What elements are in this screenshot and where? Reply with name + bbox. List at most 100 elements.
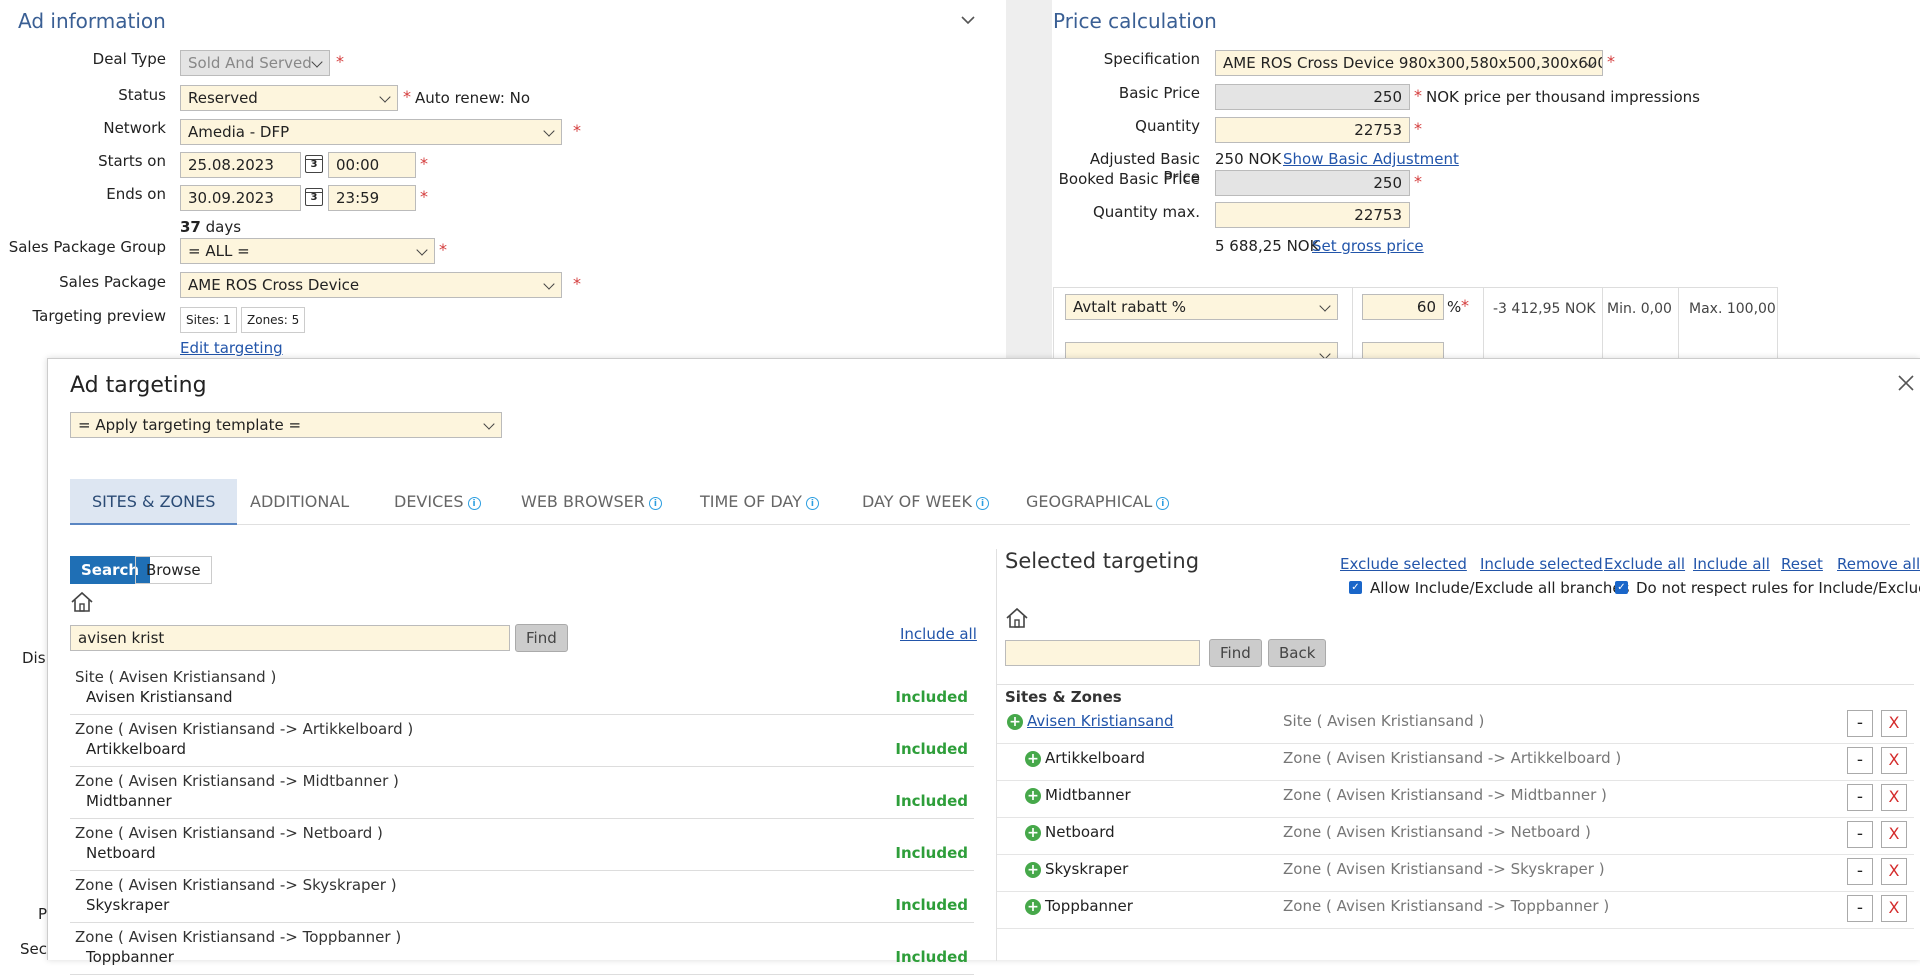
targeting-name: Toppbanner bbox=[1045, 897, 1133, 915]
sales-package-select[interactable]: AME ROS Cross Device bbox=[180, 272, 562, 298]
sales-package-group-select[interactable]: = ALL = bbox=[180, 238, 435, 264]
include-plus-icon[interactable]: + bbox=[1025, 825, 1041, 841]
remove-button[interactable]: X bbox=[1881, 710, 1907, 737]
selected-targeting-row: + Netboard Zone ( Avisen Kristiansand -> N… bbox=[997, 818, 1914, 855]
remove-button[interactable]: X bbox=[1881, 821, 1907, 848]
status-select[interactable]: Reserved bbox=[180, 85, 398, 111]
network-select[interactable]: Amedia - DFP bbox=[180, 119, 562, 145]
info-icon[interactable]: i bbox=[1156, 497, 1170, 510]
search-result-row[interactable]: Zone ( Avisen Kristiansand -> Skyskraper… bbox=[70, 871, 974, 923]
info-icon[interactable]: i bbox=[805, 497, 819, 510]
find-button[interactable]: Find bbox=[515, 624, 568, 652]
edit-targeting-link[interactable]: Edit targeting bbox=[180, 339, 283, 357]
include-plus-icon[interactable]: + bbox=[1025, 862, 1041, 878]
exclude-button[interactable]: - bbox=[1847, 784, 1873, 811]
exclude-button[interactable]: - bbox=[1847, 747, 1873, 774]
required-marker: * bbox=[439, 240, 447, 259]
selected-search-input[interactable] bbox=[1005, 640, 1200, 666]
remove-button[interactable]: X bbox=[1881, 747, 1907, 774]
zones-count-chip: Zones: 5 bbox=[241, 307, 306, 333]
include-all-link[interactable]: Include all bbox=[900, 625, 977, 643]
close-icon[interactable] bbox=[1896, 373, 1916, 393]
include-plus-icon[interactable]: + bbox=[1025, 899, 1041, 915]
tab-day-of-week[interactable]: DAY OF WEEK i bbox=[840, 479, 1011, 525]
targeting-description: Zone ( Avisen Kristiansand -> Netboard ) bbox=[1283, 823, 1591, 841]
start-date-input[interactable]: 25.08.2023 bbox=[180, 152, 301, 178]
exclude-button[interactable]: - bbox=[1847, 895, 1873, 922]
discount-type-select[interactable]: Avtalt rabatt % bbox=[1065, 294, 1338, 320]
remove-button[interactable]: X bbox=[1881, 784, 1907, 811]
discount-value-input[interactable]: 60 bbox=[1362, 294, 1444, 320]
targeting-template-select[interactable]: = Apply targeting template = bbox=[70, 412, 502, 438]
remove-button[interactable]: X bbox=[1881, 858, 1907, 885]
include-plus-icon[interactable]: + bbox=[1025, 788, 1041, 804]
collapse-chevron-icon[interactable] bbox=[960, 14, 976, 26]
exclude-button[interactable]: - bbox=[1847, 858, 1873, 885]
exclude-button[interactable]: - bbox=[1847, 710, 1873, 737]
search-result-row[interactable]: Site ( Avisen Kristiansand ) Avisen Krist… bbox=[70, 663, 974, 715]
exclude-all-link[interactable]: Exclude all bbox=[1604, 555, 1685, 573]
calendar-icon[interactable]: 3 bbox=[305, 155, 323, 173]
required-marker: * bbox=[403, 87, 411, 106]
ignore-rules-checkbox[interactable]: ✓ bbox=[1615, 581, 1628, 594]
result-type: Zone ( Avisen Kristiansand -> Netboard ) bbox=[75, 824, 383, 842]
back-button[interactable]: Back bbox=[1268, 639, 1327, 667]
include-selected-link[interactable]: Include selected bbox=[1480, 555, 1603, 573]
include-plus-icon[interactable]: + bbox=[1007, 714, 1023, 730]
exclude-selected-link[interactable]: Exclude selected bbox=[1340, 555, 1467, 573]
end-time-input[interactable]: 23:59 bbox=[328, 185, 416, 211]
targeting-name: Artikkelboard bbox=[1045, 749, 1146, 767]
required-marker: * bbox=[573, 121, 581, 140]
home-icon[interactable] bbox=[70, 591, 94, 613]
search-input[interactable]: avisen krist bbox=[70, 625, 510, 651]
partial-label-dis: Dis bbox=[22, 649, 46, 667]
cell-divider bbox=[1352, 288, 1353, 359]
booked-basic-price-input: 250 bbox=[1215, 170, 1410, 196]
reset-link[interactable]: Reset bbox=[1781, 555, 1823, 573]
auto-renew-text: Auto renew: No bbox=[415, 89, 531, 107]
exclude-button[interactable]: - bbox=[1847, 821, 1873, 848]
remove-button[interactable]: X bbox=[1881, 895, 1907, 922]
targeting-name[interactable]: Avisen Kristiansand bbox=[1027, 712, 1174, 730]
starts-on-label: Starts on bbox=[98, 152, 166, 170]
required-marker: * bbox=[1461, 296, 1469, 315]
show-basic-adjustment-link[interactable]: Show Basic Adjustment bbox=[1283, 150, 1459, 168]
info-icon[interactable]: i bbox=[467, 497, 481, 510]
quantity-input[interactable]: 22753 bbox=[1215, 117, 1410, 143]
targeting-name: Netboard bbox=[1045, 823, 1115, 841]
search-result-row[interactable]: Zone ( Avisen Kristiansand -> Artikkelbo… bbox=[70, 715, 974, 767]
end-date-input[interactable]: 30.09.2023 bbox=[180, 185, 301, 211]
tab-geographical[interactable]: GEOGRAPHICAL i bbox=[1004, 479, 1191, 525]
deal-type-select[interactable]: Sold And Served bbox=[180, 50, 330, 76]
search-result-row[interactable]: Zone ( Avisen Kristiansand -> Midtbanner… bbox=[70, 767, 974, 819]
targeting-description: Zone ( Avisen Kristiansand -> Artikkelbo… bbox=[1283, 749, 1622, 767]
calendar-icon[interactable]: 3 bbox=[305, 188, 323, 206]
selected-find-button[interactable]: Find bbox=[1209, 639, 1262, 667]
search-result-row[interactable]: Zone ( Avisen Kristiansand -> Toppbanner… bbox=[70, 923, 974, 975]
search-result-row[interactable]: Zone ( Avisen Kristiansand -> Netboard )… bbox=[70, 819, 974, 871]
info-icon[interactable]: i bbox=[976, 497, 990, 510]
included-status: Included bbox=[895, 896, 968, 914]
home-icon[interactable] bbox=[1005, 607, 1029, 629]
tab-sites-zones[interactable]: SITES & ZONES bbox=[70, 479, 238, 525]
sites-zones-section-label: Sites & Zones bbox=[1005, 688, 1122, 706]
tab-time-of-day[interactable]: TIME OF DAY i bbox=[678, 479, 841, 525]
required-marker: * bbox=[1607, 52, 1615, 71]
browse-mode-button[interactable]: Browse bbox=[135, 556, 212, 584]
specification-label: Specification bbox=[1103, 50, 1200, 68]
include-plus-icon[interactable]: + bbox=[1025, 751, 1041, 767]
specification-select[interactable]: AME ROS Cross Device 980x300,580x500,300… bbox=[1215, 50, 1603, 76]
info-icon[interactable]: i bbox=[648, 497, 662, 510]
cell-divider bbox=[1602, 288, 1603, 359]
result-type: Zone ( Avisen Kristiansand -> Midtbanner… bbox=[75, 772, 399, 790]
tab-devices[interactable]: DEVICES i bbox=[372, 479, 503, 525]
remove-all-link[interactable]: Remove all bbox=[1837, 555, 1920, 573]
allow-branches-checkbox[interactable]: ✓ bbox=[1349, 581, 1362, 594]
tab-additional[interactable]: ADDITIONAL bbox=[228, 479, 371, 525]
start-time-input[interactable]: 00:00 bbox=[328, 152, 416, 178]
set-gross-price-link[interactable]: Set gross price bbox=[1312, 237, 1424, 255]
include-all-link[interactable]: Include all bbox=[1693, 555, 1770, 573]
quantity-max-input[interactable]: 22753 bbox=[1215, 202, 1410, 228]
quantity-label: Quantity bbox=[1135, 117, 1200, 135]
tab-web-browser[interactable]: WEB BROWSER i bbox=[499, 479, 684, 525]
